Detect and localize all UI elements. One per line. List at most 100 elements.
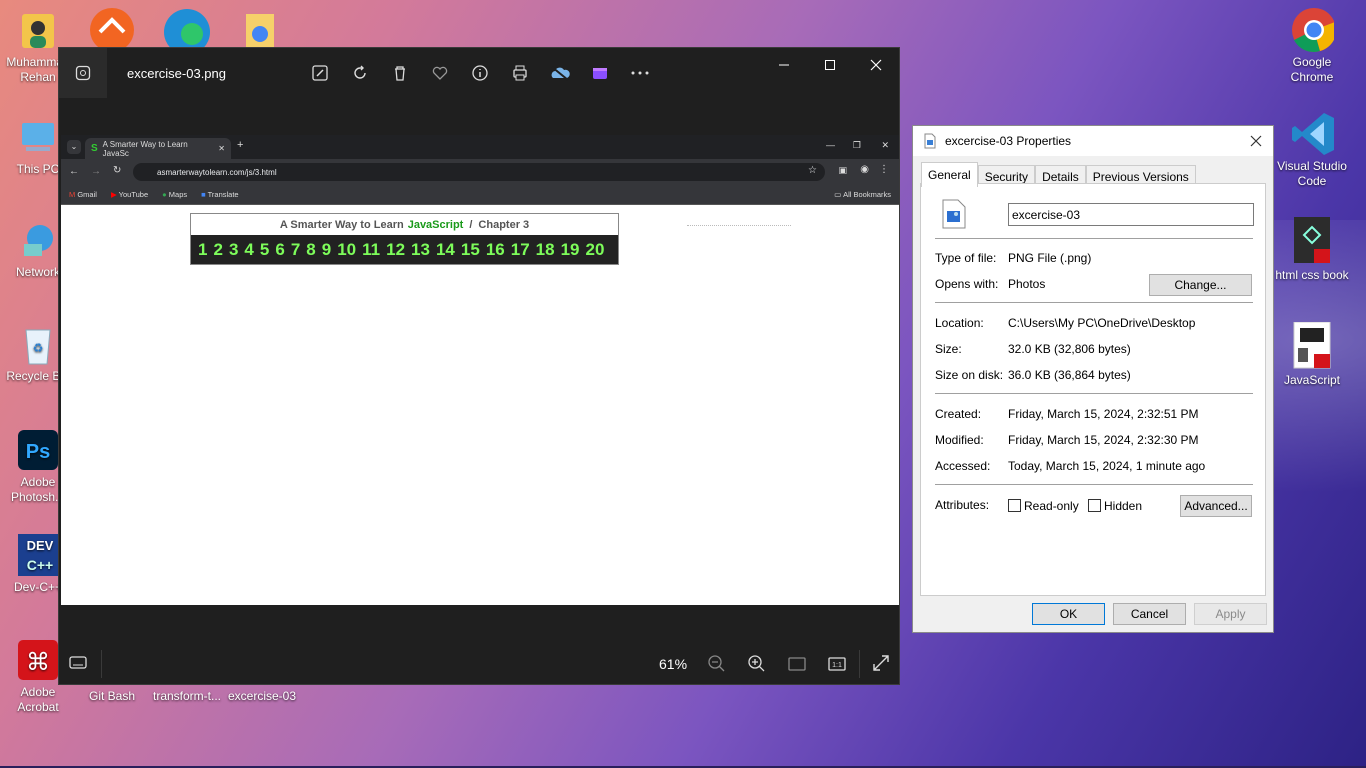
desktop-icon-excercise[interactable]: excercise-03 — [224, 689, 300, 704]
computer-icon — [16, 115, 60, 159]
minimize-button[interactable] — [761, 52, 807, 78]
tab-general[interactable]: General — [921, 162, 978, 187]
photos-window: excercise-03.png ⌄ S A Smarter Way to Le… — [58, 47, 900, 685]
desktop-icon-git-bash[interactable]: Git Bash — [74, 689, 150, 704]
desktop-icon-transform[interactable]: transform-t... — [149, 689, 225, 704]
page-number-link: 3 — [228, 239, 239, 259]
desktop-icon-vscode[interactable]: Visual Studio Code — [1274, 112, 1350, 189]
edit-image-icon[interactable] — [309, 62, 331, 84]
desktop-icon-label: JavaScript — [1283, 373, 1341, 387]
page-number-link: 17 — [510, 239, 530, 259]
svg-text:1:1: 1:1 — [832, 662, 842, 669]
opens-with-label: Opens with: — [935, 277, 999, 291]
pdf-icon — [1290, 217, 1334, 265]
page-title-javascript: JavaScript — [407, 218, 464, 231]
desktop-icon-label: Visual Studio Code — [1277, 159, 1347, 188]
page-number-link: 12 — [386, 239, 406, 259]
favorite-heart-icon[interactable] — [429, 62, 451, 84]
page-chapter-header: A Smarter Way to Learn JavaScript / Chap… — [190, 213, 619, 265]
hidden-checkbox[interactable] — [1088, 499, 1101, 512]
page-number-link: 9 — [321, 239, 332, 259]
page-title-separator: / — [469, 218, 473, 231]
rotate-icon[interactable] — [349, 62, 371, 84]
page-number-link: 2 — [213, 239, 223, 259]
reload-icon: ↻ — [113, 165, 122, 176]
maximize-button[interactable] — [807, 52, 853, 78]
user-folder-icon — [16, 8, 60, 52]
bookmark-translate: ■ Translate — [201, 190, 239, 199]
type-value: PNG File (.png) — [1008, 251, 1092, 265]
site-favicon-icon: S — [91, 143, 98, 154]
new-tab-icon: + — [237, 139, 244, 151]
svg-text:DEV: DEV — [27, 538, 54, 553]
print-icon[interactable] — [509, 62, 531, 84]
desktop-icon-label: Git Bash — [88, 689, 136, 703]
page-number-link: 19 — [560, 239, 580, 259]
modified-label: Modified: — [935, 433, 984, 447]
zoom-out-icon[interactable] — [706, 653, 728, 680]
filename-field[interactable] — [1008, 203, 1254, 226]
extensions-icon: ▣ — [838, 165, 847, 175]
hidden-label: Hidden — [1104, 499, 1143, 513]
pdf-icon — [1290, 322, 1334, 370]
page-number-link: 6 — [275, 239, 285, 259]
fullscreen-icon[interactable] — [872, 654, 890, 677]
tab-search-icon: ⌄ — [67, 140, 81, 154]
browser-bookmarks-bar: M Gmail ▶ YouTube ● Maps ■ Translate ▭ A… — [61, 185, 899, 205]
chrome-icon — [1290, 8, 1334, 52]
separator — [101, 650, 102, 678]
page-title-prefix: A Smarter Way to Learn — [279, 218, 404, 231]
desktop-icon-javascript[interactable]: JavaScript — [1274, 322, 1350, 388]
page-number-link: 15 — [460, 239, 480, 259]
advanced-button[interactable]: Advanced... — [1180, 495, 1252, 517]
divider — [935, 393, 1253, 394]
delete-icon[interactable] — [389, 62, 411, 84]
cancel-button[interactable]: Cancel — [1113, 603, 1186, 625]
close-button[interactable] — [853, 52, 899, 78]
apply-button[interactable]: Apply — [1194, 603, 1267, 625]
page-number-links: 1 2 3 4 5 6 7 8 9 10 11 12 13 14 15 16 17 18 19 20 — [191, 235, 618, 264]
network-icon — [16, 218, 60, 262]
desktop-icon-chrome[interactable]: Google Chrome — [1274, 8, 1350, 85]
change-button[interactable]: Change... — [1149, 274, 1252, 296]
ok-button[interactable]: OK — [1032, 603, 1105, 625]
bookmark-maps: ● Maps — [162, 190, 188, 199]
divider — [935, 238, 1253, 239]
browser-tab: S A Smarter Way to Learn JavaSc ✕ — [85, 138, 231, 159]
properties-dialog: excercise-03 Properties General Security… — [912, 125, 1274, 633]
filmstrip-icon[interactable] — [69, 656, 87, 675]
more-options-icon[interactable] — [629, 62, 651, 84]
photoshop-icon: Ps — [16, 428, 60, 472]
properties-title: excercise-03 Properties — [945, 134, 1072, 148]
desktop-icon-partial-3[interactable] — [244, 12, 276, 48]
svg-text:Ps: Ps — [26, 441, 50, 463]
accessed-label: Accessed: — [935, 459, 991, 473]
zoom-in-icon[interactable] — [746, 653, 768, 680]
size-value: 32.0 KB (32,806 bytes) — [1008, 342, 1131, 356]
size-on-disk-label: Size on disk: — [935, 368, 1004, 382]
close-button[interactable] — [1247, 132, 1265, 150]
displayed-image: ⌄ S A Smarter Way to Learn JavaSc ✕ + — … — [61, 135, 899, 605]
divider — [935, 484, 1253, 485]
readonly-checkbox[interactable] — [1008, 499, 1021, 512]
desktop-icon-partial-1[interactable] — [88, 6, 136, 52]
divider — [935, 302, 1253, 303]
browser-url-text: asmarterwaytolearn.com/js/3.html — [157, 167, 277, 177]
actual-size-icon[interactable]: 1:1 — [826, 653, 848, 680]
readonly-label: Read-only — [1024, 499, 1079, 513]
clipchamp-icon[interactable] — [589, 62, 611, 84]
desktop-icon-html-css-book[interactable]: html css book — [1274, 217, 1350, 283]
page-number-link: 13 — [411, 239, 430, 259]
size-on-disk-value: 36.0 KB (36,864 bytes) — [1008, 368, 1131, 382]
page-title-chapter: Chapter 3 — [478, 218, 530, 231]
size-label: Size: — [935, 342, 962, 356]
onedrive-icon[interactable] — [549, 62, 571, 84]
fit-to-window-icon[interactable] — [786, 653, 808, 680]
svg-text:♻: ♻ — [33, 341, 44, 355]
bookmark-star-icon: ☆ — [808, 165, 817, 176]
photos-app-icon[interactable] — [59, 48, 107, 98]
opens-with-value: Photos — [1008, 277, 1046, 291]
browser-addressbar-row: ← → ↻ asmarterwaytolearn.com/js/3.html ☆ … — [61, 159, 899, 185]
info-icon[interactable] — [469, 62, 491, 84]
edge-icon[interactable] — [162, 6, 212, 55]
